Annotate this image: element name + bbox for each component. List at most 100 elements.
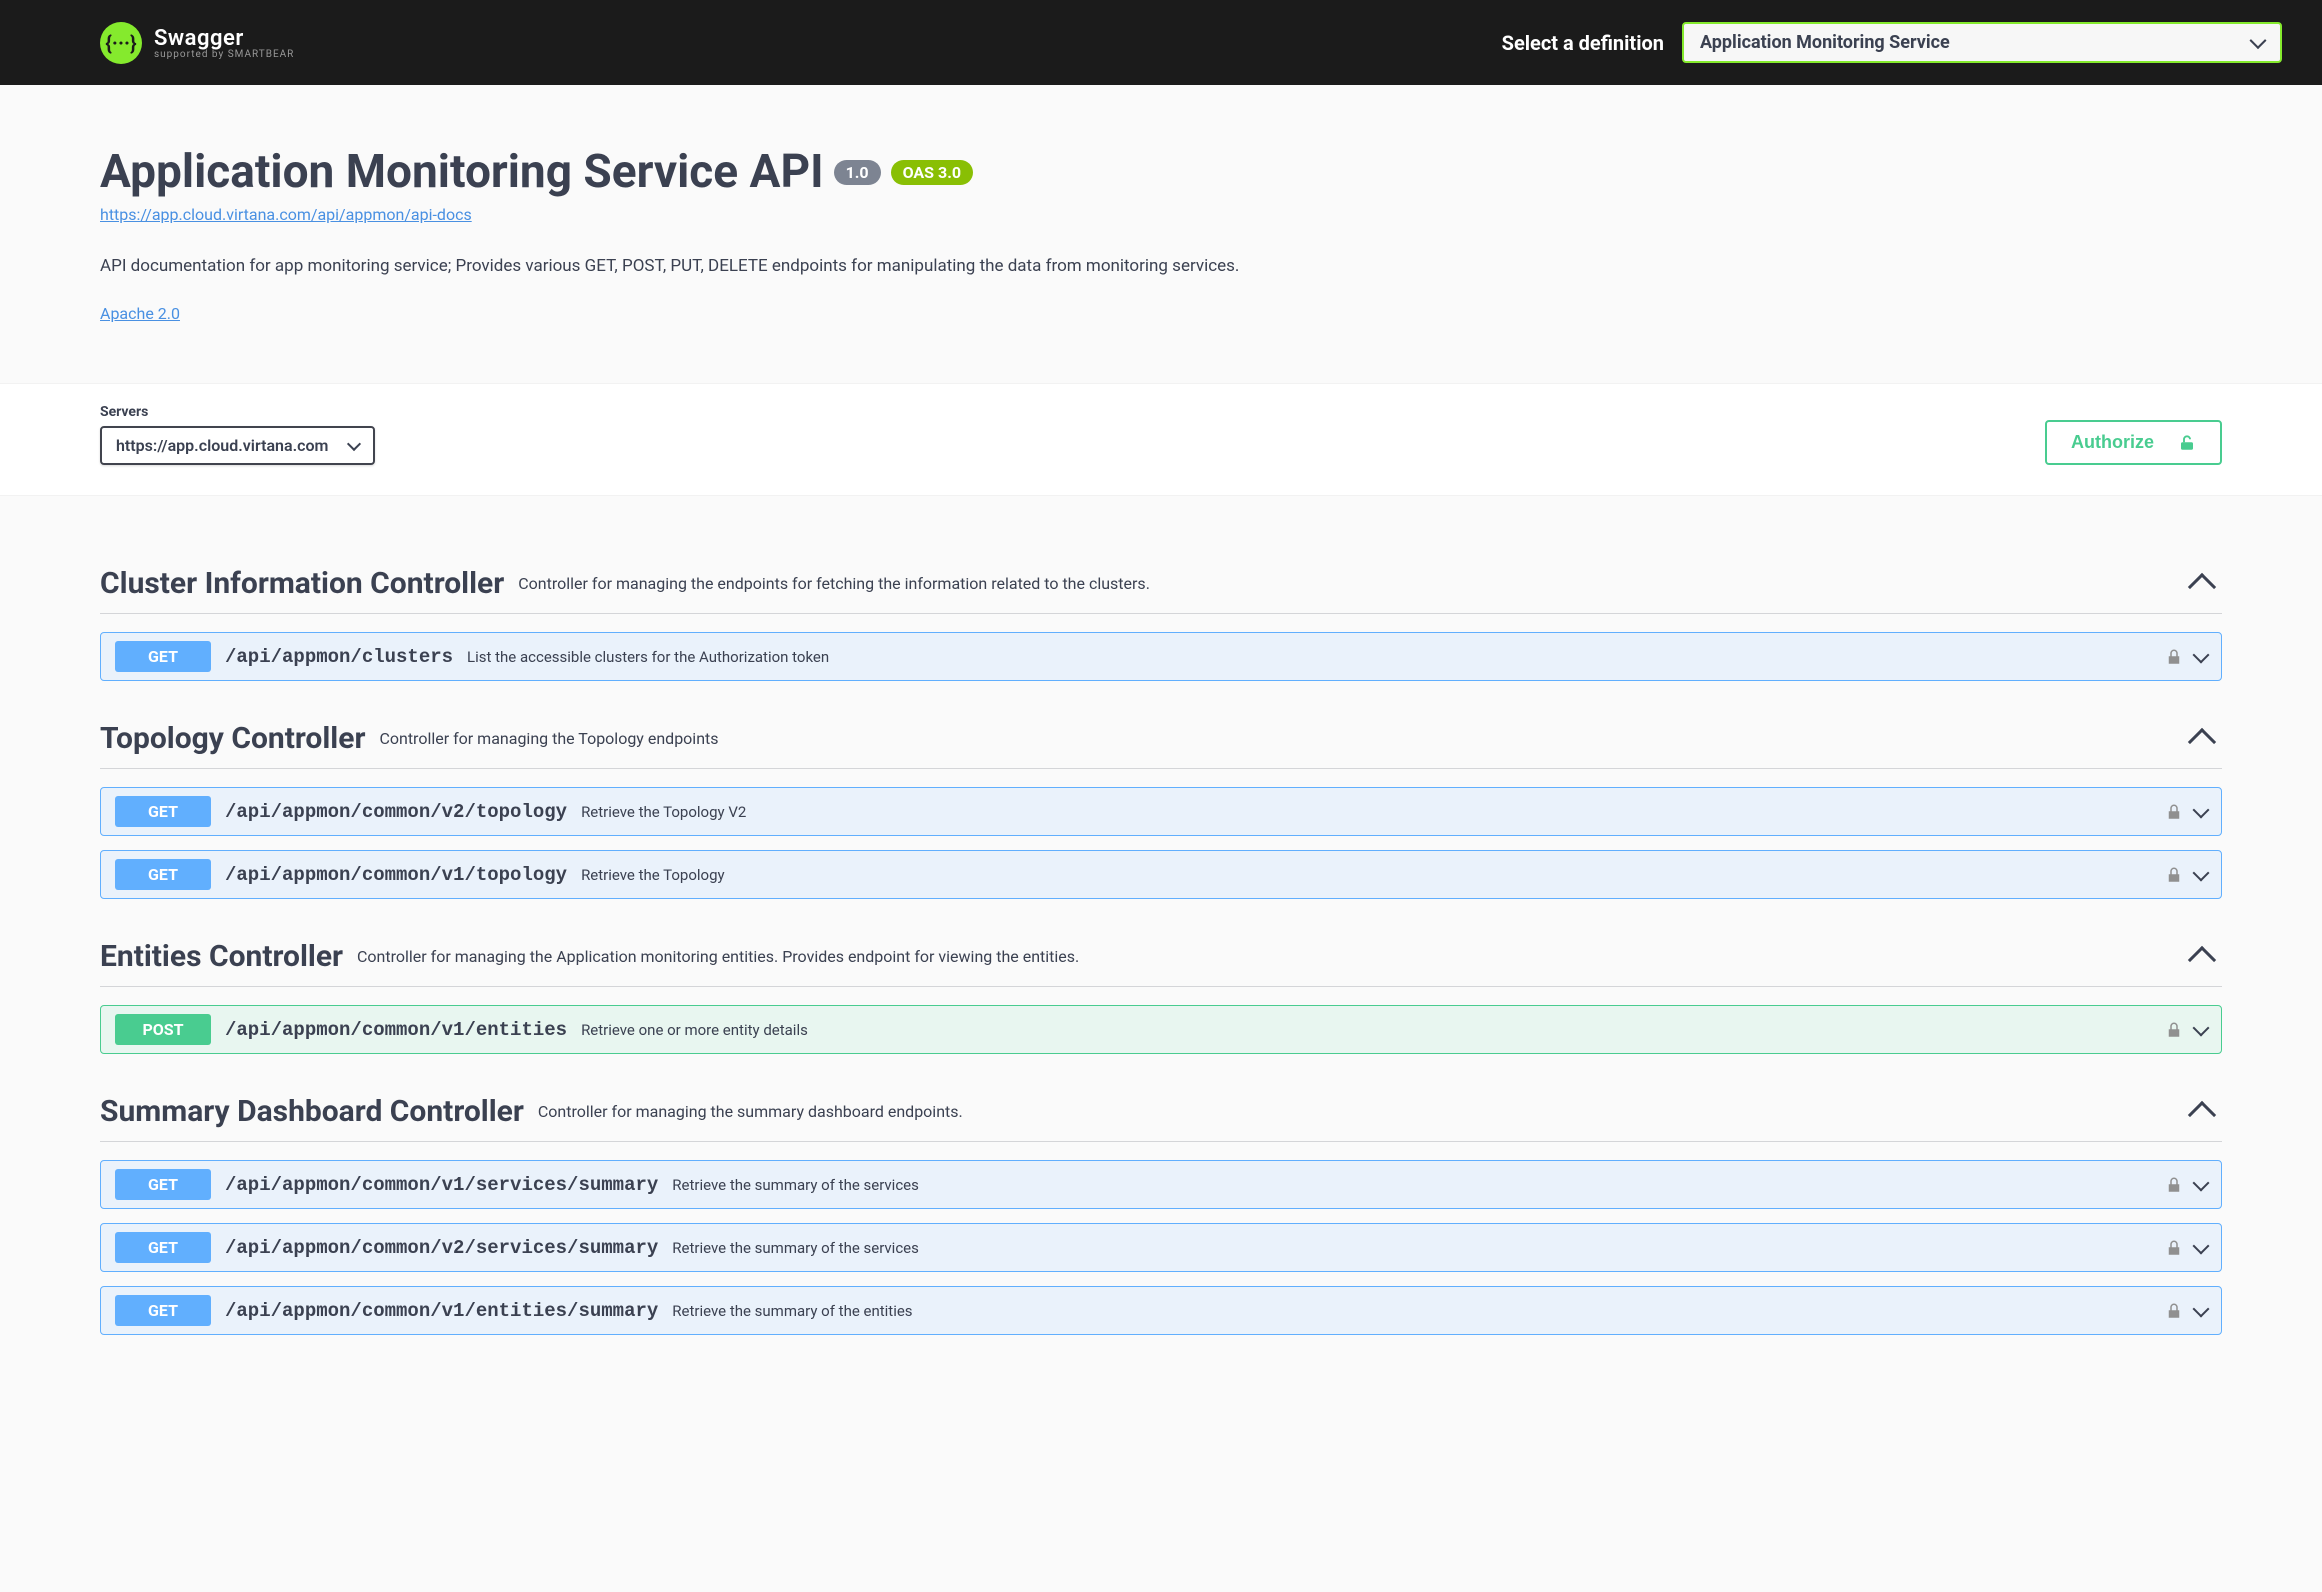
tag-title: Summary Dashboard Controller	[100, 1094, 524, 1129]
operations-list: GET/api/appmon/clusters List the accessib…	[100, 632, 2222, 681]
auth-lock-button[interactable]	[2165, 866, 2183, 884]
servers-wrap: Servers https://app.cloud.virtana.com	[100, 404, 375, 465]
operation-path: /api/appmon/common/v1/topology	[225, 864, 567, 886]
operation-summary: List the accessible clusters for the Aut…	[467, 648, 2165, 666]
chevron-up-icon	[2188, 945, 2216, 973]
operation-summary: Retrieve the summary of the services	[672, 1176, 2165, 1194]
swagger-logo-icon: {···}	[100, 22, 142, 64]
server-selected: https://app.cloud.virtana.com	[116, 436, 328, 455]
lock-icon	[2165, 1239, 2183, 1257]
info-section: Application Monitoring Service API 1.0 O…	[0, 85, 2322, 363]
chevron-up-icon	[2188, 572, 2216, 600]
chevron-up-icon	[2188, 1100, 2216, 1128]
tag-header[interactable]: Cluster Information ControllerController…	[100, 566, 2222, 614]
auth-lock-button[interactable]	[2165, 1021, 2183, 1039]
lock-open-icon	[2178, 434, 2196, 452]
chevron-down-icon	[2193, 864, 2210, 881]
definition-select[interactable]: Application Monitoring Service	[1682, 22, 2282, 63]
tag-section: Cluster Information ControllerController…	[100, 566, 2222, 681]
operation-row[interactable]: GET/api/appmon/clusters List the accessib…	[100, 632, 2222, 681]
operation-summary: Retrieve the Topology	[581, 866, 2165, 884]
http-method-badge: GET	[115, 796, 211, 827]
operation-path: /api/appmon/common/v1/services/summary	[225, 1174, 658, 1196]
title-row: Application Monitoring Service API 1.0 O…	[100, 145, 2222, 199]
auth-lock-button[interactable]	[2165, 803, 2183, 821]
brand-subtitle: supported by SMARTBEAR	[154, 49, 294, 60]
operation-row[interactable]: POST/api/appmon/common/v1/entities Retrie…	[100, 1005, 2222, 1054]
operation-path: /api/appmon/clusters	[225, 646, 453, 668]
brand-name: Swagger	[154, 26, 294, 51]
tag-description: Controller for managing the Topology end…	[379, 729, 2178, 748]
operation-actions	[2165, 648, 2207, 666]
tag-section: Topology Controller Controller for managi…	[100, 721, 2222, 899]
chevron-down-icon	[2193, 801, 2210, 818]
topbar: {···} Swagger supported by SMARTBEAR Sel…	[0, 0, 2322, 85]
lock-icon	[2165, 803, 2183, 821]
lock-icon	[2165, 866, 2183, 884]
tag-title: Entities Controller	[100, 939, 343, 974]
chevron-down-icon	[2193, 1019, 2210, 1036]
auth-lock-button[interactable]	[2165, 1239, 2183, 1257]
http-method-badge: GET	[115, 1295, 211, 1326]
tag-header[interactable]: Summary Dashboard Controller Controller f…	[100, 1094, 2222, 1142]
chevron-down-icon	[2193, 1237, 2210, 1254]
http-method-badge: POST	[115, 1014, 211, 1045]
authorize-label: Authorize	[2071, 432, 2154, 453]
http-method-badge: GET	[115, 859, 211, 890]
operation-actions	[2165, 1021, 2207, 1039]
auth-lock-button[interactable]	[2165, 1302, 2183, 1320]
operation-summary: Retrieve the Topology V2	[581, 803, 2165, 821]
operations-list: GET/api/appmon/common/v1/services/summar…	[100, 1160, 2222, 1335]
operation-row[interactable]: GET/api/appmon/common/v1/services/summar…	[100, 1160, 2222, 1209]
operations-list: GET/api/appmon/common/v2/topology Retriev…	[100, 787, 2222, 899]
tag-title: Cluster Information Controller	[100, 566, 504, 601]
operation-path: /api/appmon/common/v2/services/summary	[225, 1237, 658, 1259]
auth-lock-button[interactable]	[2165, 1176, 2183, 1194]
chevron-down-icon	[2193, 1300, 2210, 1317]
tag-description: Controller for managing the Application …	[357, 947, 2178, 966]
server-select[interactable]: https://app.cloud.virtana.com	[100, 426, 375, 465]
api-title: Application Monitoring Service API	[100, 145, 824, 199]
operation-summary: Retrieve the summary of the entities	[672, 1302, 2165, 1320]
tag-section: Summary Dashboard Controller Controller f…	[100, 1094, 2222, 1335]
operation-path: /api/appmon/common/v2/topology	[225, 801, 567, 823]
lock-icon	[2165, 1021, 2183, 1039]
tag-section: Entities Controller Controller for managi…	[100, 939, 2222, 1054]
sections-container: Cluster Information Controller Controller…	[0, 496, 2322, 1375]
operation-row[interactable]: GET/api/appmon/common/v1/entities/summar…	[100, 1286, 2222, 1335]
operation-row[interactable]: GET/api/appmon/common/v2/services/summar…	[100, 1223, 2222, 1272]
oas-badge: OAS 3.0	[891, 160, 973, 185]
http-method-badge: GET	[115, 1169, 211, 1200]
operation-actions	[2165, 803, 2207, 821]
operations-list: POST/api/appmon/common/v1/entities Retrie…	[100, 1005, 2222, 1054]
tag-header[interactable]: Entities Controller Controller for managi…	[100, 939, 2222, 987]
definition-selected: Application Monitoring Service	[1700, 32, 1950, 53]
chevron-up-icon	[2188, 727, 2216, 755]
http-method-badge: GET	[115, 641, 211, 672]
operation-actions	[2165, 1302, 2207, 1320]
definition-label: Select a definition	[1502, 31, 1664, 55]
tag-title: Topology Controller	[100, 721, 365, 756]
operation-row[interactable]: GET/api/appmon/common/v1/topology Retriev…	[100, 850, 2222, 899]
version-badge: 1.0	[834, 160, 881, 185]
tag-description: Controller for managing the summary dash…	[538, 1102, 2178, 1121]
chevron-down-icon	[2193, 646, 2210, 663]
auth-lock-button[interactable]	[2165, 648, 2183, 666]
operation-row[interactable]: GET/api/appmon/common/v2/topology Retriev…	[100, 787, 2222, 836]
api-docs-link[interactable]: https://app.cloud.virtana.com/api/appmon…	[100, 205, 472, 224]
lock-icon	[2165, 1176, 2183, 1194]
operation-summary: Retrieve one or more entity details	[581, 1021, 2165, 1039]
lock-icon	[2165, 1302, 2183, 1320]
authorize-button[interactable]: Authorize	[2045, 420, 2222, 465]
operation-path: /api/appmon/common/v1/entities	[225, 1019, 567, 1041]
servers-label: Servers	[100, 404, 375, 420]
http-method-badge: GET	[115, 1232, 211, 1263]
brand-text: Swagger supported by SMARTBEAR	[154, 26, 294, 60]
chevron-down-icon	[2193, 1174, 2210, 1191]
lock-icon	[2165, 648, 2183, 666]
brand: {···} Swagger supported by SMARTBEAR	[100, 22, 294, 64]
scheme-bar: Servers https://app.cloud.virtana.com Au…	[0, 383, 2322, 496]
tag-header[interactable]: Topology Controller Controller for managi…	[100, 721, 2222, 769]
definition-selector-wrap: Select a definition Application Monitori…	[1502, 22, 2282, 63]
license-link[interactable]: Apache 2.0	[100, 304, 180, 323]
